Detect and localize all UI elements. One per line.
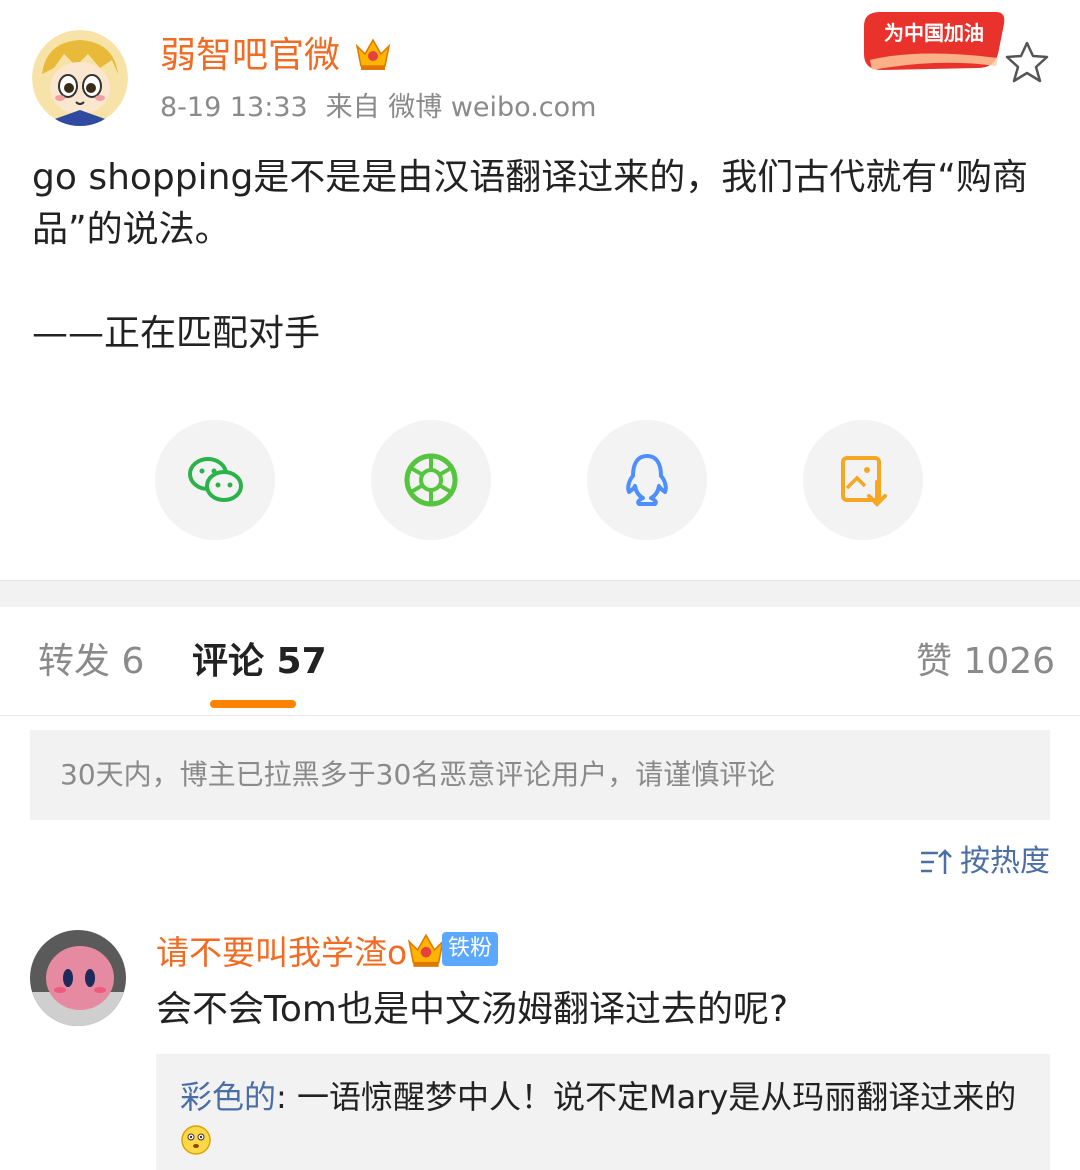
sort-label: 按热度 [960, 844, 1050, 879]
vip-crown-icon [406, 930, 446, 970]
comment-notice-text: 30天内，博主已拉黑多于30名恶意评论用户，请谨慎评论 [60, 758, 776, 791]
tab-like[interactable]: 赞 1026 [916, 636, 1055, 688]
cheer-badge-text: 为中国加油 [884, 21, 984, 45]
sort-by-hot-button[interactable]: 按热度 [918, 842, 1050, 882]
wechat-icon [188, 457, 243, 502]
post-source: 来自 微博 weibo.com [325, 92, 597, 123]
author-avatar[interactable] [32, 30, 128, 126]
post-signature: ——正在匹配对手 [32, 313, 321, 354]
post-content: go shopping是不是是由汉语翻译过来的，我们古代就有“购商品”的说法。 … [32, 152, 1052, 360]
tabs-divider [0, 715, 1080, 716]
tab-comment[interactable]: 评论 57 [192, 636, 327, 688]
favorite-star-icon[interactable] [1004, 40, 1050, 84]
post-meta: 8-19 13:33 来自 微博 weibo.com [160, 90, 614, 126]
reply-author[interactable]: 彩色的 [180, 1078, 276, 1116]
comment-notice: 30天内，博主已拉黑多于30名恶意评论用户，请谨慎评论 [30, 730, 1050, 820]
author-name[interactable]: 弱智吧官微 [160, 32, 340, 80]
commenter-avatar[interactable] [30, 930, 126, 1026]
active-tab-indicator [210, 700, 296, 708]
reply-content: : 一语惊醒梦中人！说不定Mary是从玛丽翻译过来的 [276, 1078, 1017, 1116]
comment-text: 会不会Tom也是中文汤姆翻译过去的呢? [156, 989, 789, 1030]
fan-badge: 铁粉 [442, 932, 499, 966]
reply-text: 彩色的: 一语惊醒梦中人！说不定Mary是从玛丽翻译过来的 [180, 1074, 1030, 1120]
qq-icon [626, 454, 668, 506]
sort-icon [921, 849, 952, 874]
cheer-badge[interactable]: 为中国加油 [858, 8, 1008, 74]
share-moments-button[interactable] [371, 420, 491, 540]
commenter-name[interactable]: 请不要叫我学渣o [156, 930, 407, 976]
post-time: 8-19 13:33 [160, 92, 308, 123]
section-divider [0, 580, 1080, 607]
post-text: go shopping是不是是由汉语翻译过来的，我们古代就有“购商品”的说法。 [32, 157, 1028, 250]
emoji-icon [180, 1124, 212, 1156]
save-image-button[interactable] [803, 420, 923, 540]
tab-repost[interactable]: 转发 6 [38, 636, 144, 688]
moments-icon [404, 453, 458, 507]
share-qq-button[interactable] [587, 420, 707, 540]
vip-crown-icon [354, 36, 392, 72]
share-wechat-button[interactable] [155, 420, 275, 540]
save-image-icon [841, 456, 887, 507]
